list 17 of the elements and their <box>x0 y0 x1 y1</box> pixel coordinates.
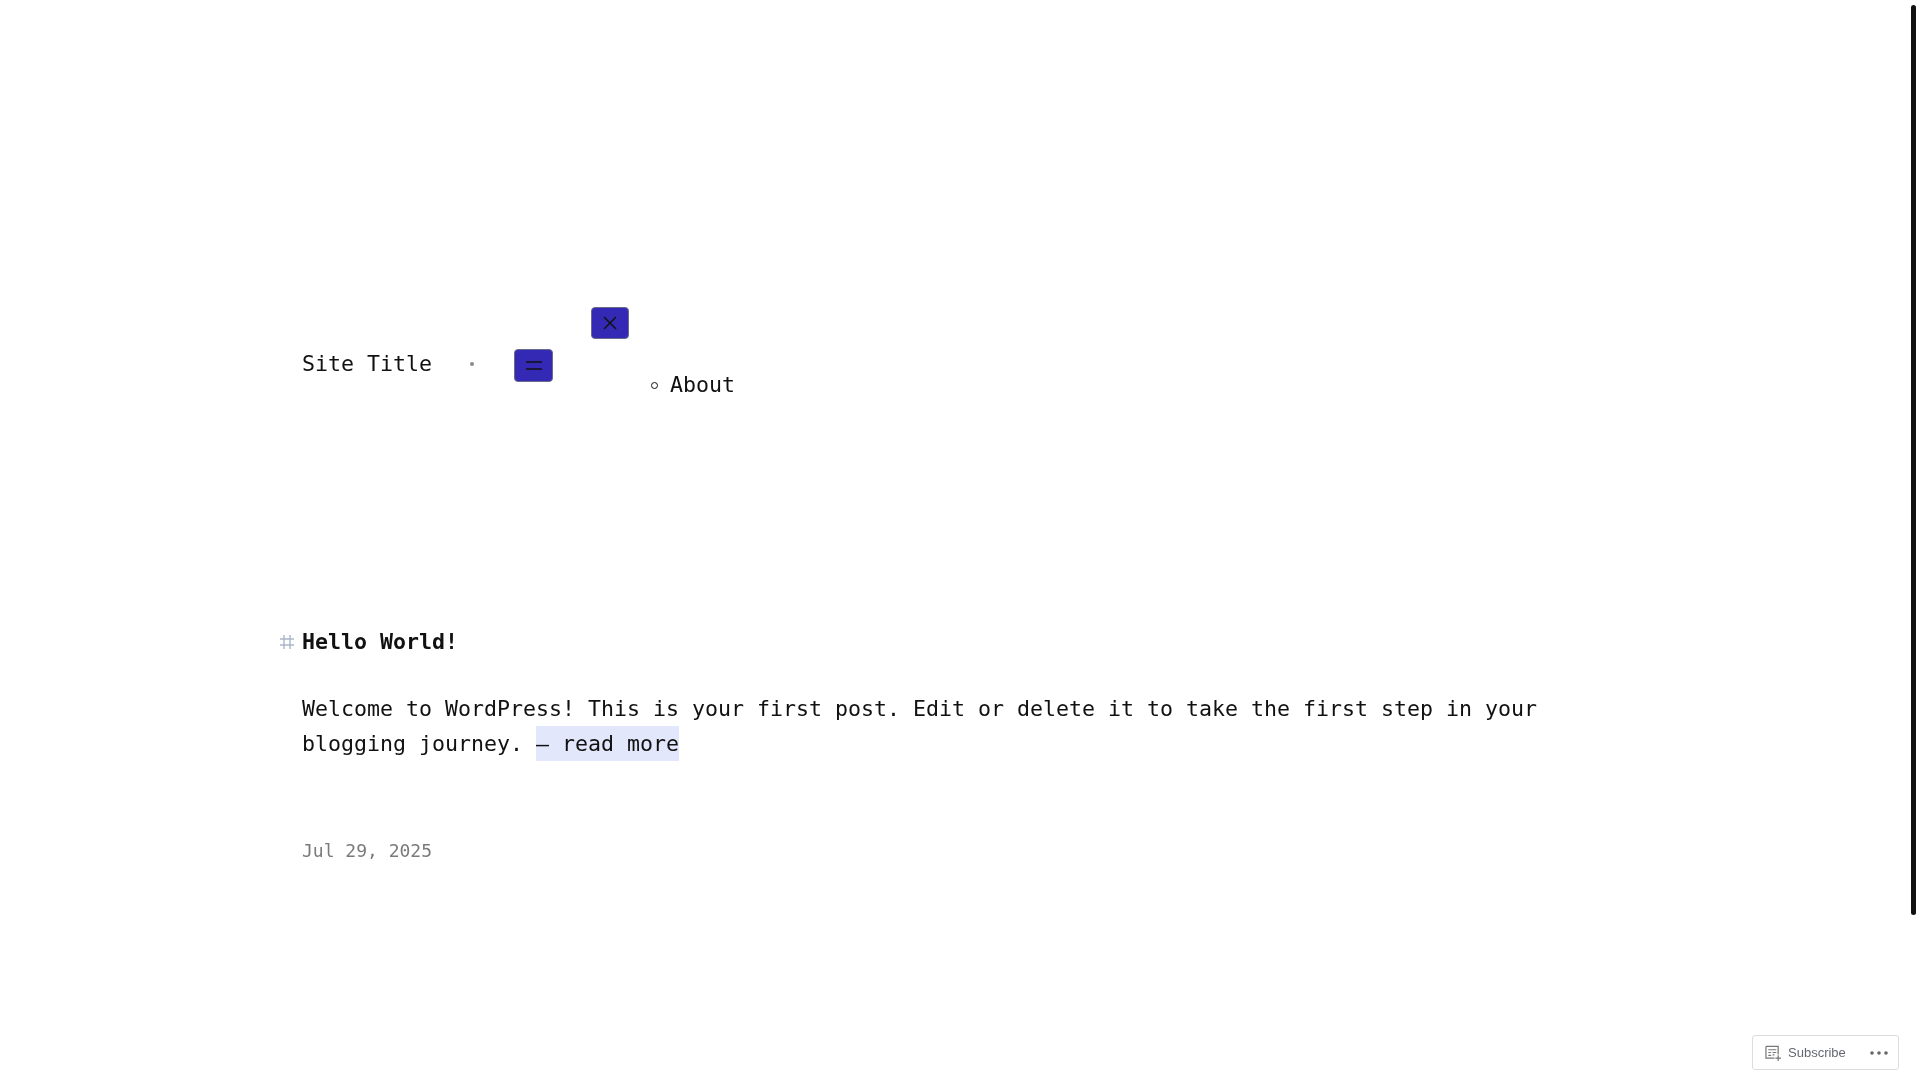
scrollbar-thumb[interactable] <box>1911 5 1916 915</box>
close-button[interactable] <box>591 307 629 339</box>
reader-subscribe-icon <box>1765 1044 1781 1061</box>
menu-icon <box>525 361 542 370</box>
post-title-link[interactable]: Hello World! <box>302 625 458 659</box>
hash-icon <box>279 634 295 650</box>
site-title-link[interactable]: Site Title <box>302 347 432 381</box>
read-more-link[interactable]: — read more <box>536 726 680 761</box>
post-excerpt: Welcome to WordPress! This is your first post. Edit or delete it to take the first step in your blogging journey. — read more <box>302 691 1592 761</box>
close-icon <box>603 316 617 330</box>
post-date: Jul 29, 2025 <box>302 839 433 863</box>
nav-link[interactable]: About <box>670 372 736 398</box>
dot-icon <box>470 362 474 366</box>
menu-button[interactable] <box>514 349 553 382</box>
more-button[interactable] <box>1868 1050 1890 1055</box>
subscribe-button[interactable]: Subscribe <box>1765 1044 1846 1061</box>
more-icon <box>1870 1050 1888 1055</box>
